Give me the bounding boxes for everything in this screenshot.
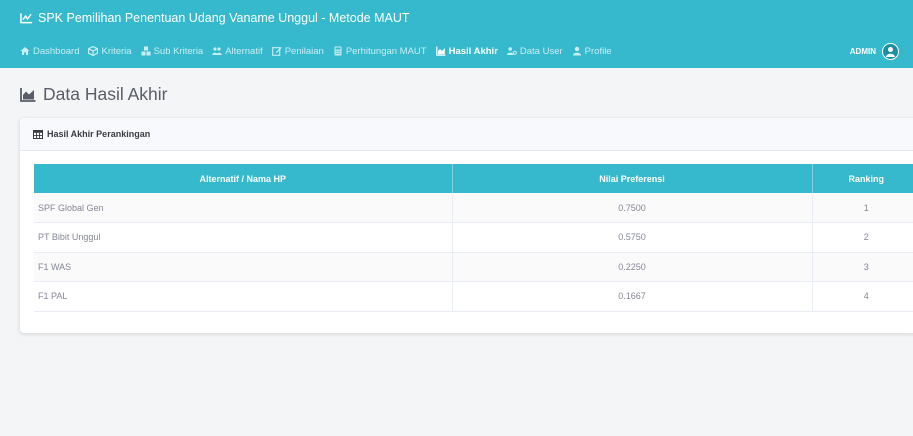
nav-item-data-user[interactable]: Data User (506, 45, 563, 57)
card-title: Hasil Akhir Perankingan (47, 129, 151, 139)
table-icon (33, 129, 43, 139)
cell-ranking: 4 (812, 281, 913, 312)
app-brand[interactable]: SPK Pemilihan Penentuan Udang Vaname Ung… (20, 11, 410, 25)
user-avatar-icon (886, 46, 895, 57)
users-cog-icon (506, 47, 517, 55)
column-header-ranking[interactable]: Ranking (812, 164, 913, 193)
cell-nilai-preferensi: 0.1667 (452, 281, 813, 312)
nav-item-perhitungan-maut[interactable]: Perhitungan MAUT (333, 46, 427, 57)
column-header-nilai-preferensi[interactable]: Nilai Preferensi (452, 164, 813, 193)
cell-nilai-preferensi: 0.2250 (452, 252, 813, 282)
page-title-text: Data Hasil Akhir (43, 84, 168, 104)
chart-area-icon (435, 46, 446, 56)
chart-area-icon (20, 88, 36, 102)
nav-item-label: Data User (519, 45, 563, 57)
cell-alternatif: F1 PAL (34, 281, 453, 312)
avatar[interactable] (882, 43, 899, 60)
home-icon (20, 47, 30, 55)
card-header: Hasil Akhir Perankingan (20, 118, 913, 151)
cell-nilai-preferensi: 0.7500 (452, 193, 813, 223)
main-nav: Dashboard Kriteria Sub Kriteria Alternat… (20, 41, 621, 61)
users-icon (212, 47, 222, 55)
nav-item-label: Perhitungan MAUT (345, 45, 427, 57)
topbar: SPK Pemilihan Penentuan Udang Vaname Ung… (0, 0, 913, 68)
nav-item-sub-kriteria[interactable]: Sub Kriteria (141, 45, 204, 57)
table-row: SPF Global Gen 0.7500 1 (34, 193, 913, 223)
chart-line-icon (20, 13, 33, 24)
calculator-icon (334, 46, 342, 56)
edit-icon (271, 47, 282, 56)
nav-item-label: Penilaian (284, 45, 324, 57)
nav-item-label: Hasil Akhir (448, 45, 498, 57)
nav-item-profile[interactable]: Profile (572, 46, 612, 57)
user-name: ADMIN (849, 47, 876, 56)
cell-alternatif: SPF Global Gen (34, 193, 453, 223)
nav-item-dashboard[interactable]: Dashboard (20, 46, 79, 57)
nav-item-alternatif[interactable]: Alternatif (212, 46, 263, 57)
nav-item-label: Profile (584, 45, 612, 57)
table-row: PT Bibit Unggul 0.5750 2 (34, 222, 913, 253)
cell-ranking: 3 (812, 252, 913, 282)
nav-item-label: Alternatif (225, 45, 263, 57)
cell-ranking: 2 (812, 222, 913, 253)
nav-item-label: Dashboard (33, 45, 80, 57)
app-title: SPK Pemilihan Penentuan Udang Vaname Ung… (38, 11, 410, 25)
nav-item-label: Sub Kriteria (153, 45, 204, 57)
user-icon (572, 46, 581, 56)
nav-item-hasil-akhir[interactable]: Hasil Akhir (435, 45, 498, 57)
table-row: F1 PAL 0.1667 4 (34, 281, 913, 312)
table-row: F1 WAS 0.2250 3 (34, 252, 913, 282)
ranking-table: Alternatif / Nama HP Nilai Preferensi Ra… (34, 164, 913, 312)
user-menu[interactable]: ADMIN (850, 43, 899, 60)
cell-nilai-preferensi: 0.5750 (452, 222, 813, 253)
table-header-row: Alternatif / Nama HP Nilai Preferensi Ra… (34, 164, 913, 193)
column-header-alternatif[interactable]: Alternatif / Nama HP (34, 164, 453, 193)
nav-item-label: Kriteria (101, 45, 132, 57)
cell-alternatif: F1 WAS (34, 252, 453, 282)
nav-item-kriteria[interactable]: Kriteria (88, 45, 132, 57)
results-card: Hasil Akhir Perankingan Alternatif / Nam… (20, 118, 913, 333)
nav-item-penilaian[interactable]: Penilaian (271, 45, 324, 57)
cube-icon (88, 46, 99, 56)
cell-alternatif: PT Bibit Unggul (34, 222, 453, 253)
cell-ranking: 1 (812, 193, 913, 223)
page-title: Data Hasil Akhir (20, 84, 168, 105)
cubes-icon (141, 46, 151, 56)
